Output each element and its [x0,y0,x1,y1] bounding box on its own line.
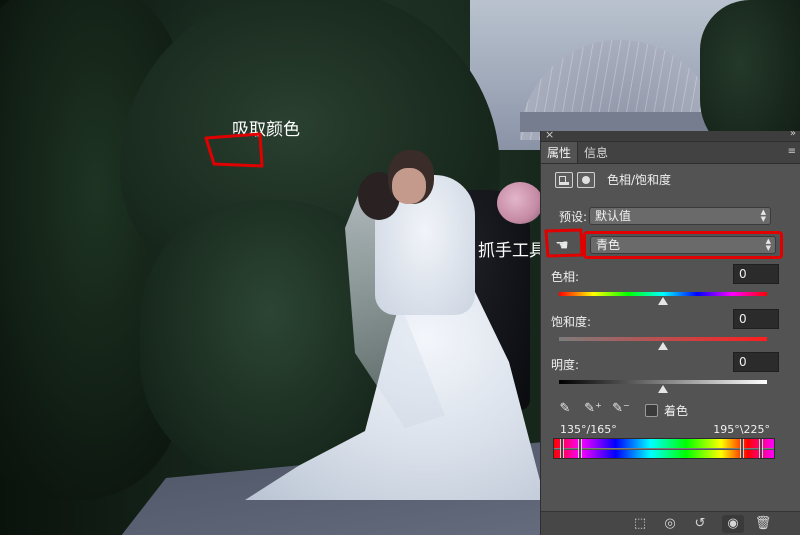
eyedropper-icon[interactable]: ✎ [555,401,575,419]
panel-menu-icon[interactable]: ≡ [788,146,796,157]
select-arrows-icon: ▲ ▼ [765,237,771,252]
channel-row: ☚ 青色 ▲ ▼ [551,231,783,259]
tab-info[interactable]: 信息 [578,142,614,163]
lightness-label: 明度: [551,358,580,372]
select-arrows-icon: ▲ ▼ [760,208,767,223]
saturation-thumb[interactable] [658,342,668,350]
visibility-icon[interactable]: ◉ [722,515,744,533]
hue-track[interactable] [559,292,767,296]
delete-icon[interactable]: 🗑 [752,515,774,533]
panel-tabs: 属性 信息 ≡ [541,142,800,164]
saturation-input[interactable]: 0 [733,309,779,329]
range-slider-left-inner[interactable] [578,439,582,458]
range-slider-right[interactable] [759,439,763,458]
channel-value: 青色 [596,238,621,252]
collapse-icon[interactable]: » [790,127,796,141]
bouquet [497,182,543,224]
sample-area-mark [204,132,264,168]
eyedropper-tools: ✎ ✎⁺ ✎⁻ 着色 [555,401,688,419]
hue-input[interactable]: 0 [733,264,779,284]
channel-select[interactable]: 青色 ▲ ▼ [590,236,776,254]
reset-icon[interactable]: ↺ [689,515,711,533]
lightness-input[interactable]: 0 [733,352,779,372]
lightness-thumb[interactable] [658,385,668,393]
colorize-label: 着色 [664,403,689,418]
view-previous-icon[interactable]: ◎ [659,515,681,533]
hand-tool-annotation: 抓手工具 [478,241,546,261]
panel-titlebar: × » [541,128,800,142]
colorize-checkbox[interactable] [645,403,658,417]
hue-label: 色相: [551,270,580,284]
saturation-track[interactable] [559,337,767,341]
hand-tool-mark [544,228,584,258]
saturation-label: 饱和度: [551,315,592,329]
range-slider-right-inner[interactable] [740,439,744,458]
channel-highlight: 青色 ▲ ▼ [583,231,783,259]
preset-row: 预设: 默认值 ▲ ▼ [559,207,772,225]
properties-panel: × » 属性 信息 ≡ 色相/饱和度 预设: 默认值 ▲ ▼ ☚ 青色 ▲ ▼ 色相… [540,128,800,535]
adjustment-title: 色相/饱和度 [607,173,672,187]
preset-select[interactable]: 默认值 ▲ ▼ [589,207,772,225]
lightness-track[interactable] [559,380,767,384]
clip-to-layer-icon[interactable]: ⬚ [629,515,651,533]
eyedropper-minus-icon[interactable]: ✎⁻ [611,401,631,419]
adjustment-header: 色相/饱和度 [555,171,671,188]
groom-face [392,168,426,204]
hue-saturation-icon [555,171,573,188]
preset-value: 默认值 [595,209,632,223]
panel-footer: ⬚ ◎ ↺ ◉ 🗑 [541,511,800,535]
hue-thumb[interactable] [658,297,668,305]
range-left-value: 135°/165° [560,423,617,436]
tab-properties[interactable]: 属性 [541,142,579,163]
range-right-value: 195°\225° [713,423,770,436]
range-slider-left[interactable] [560,439,564,458]
eyedropper-plus-icon[interactable]: ✎⁺ [583,401,603,419]
preset-label: 预设: [559,209,588,224]
close-icon[interactable]: × [545,128,554,142]
mask-icon[interactable] [577,171,595,188]
color-range-bar[interactable] [553,438,775,459]
